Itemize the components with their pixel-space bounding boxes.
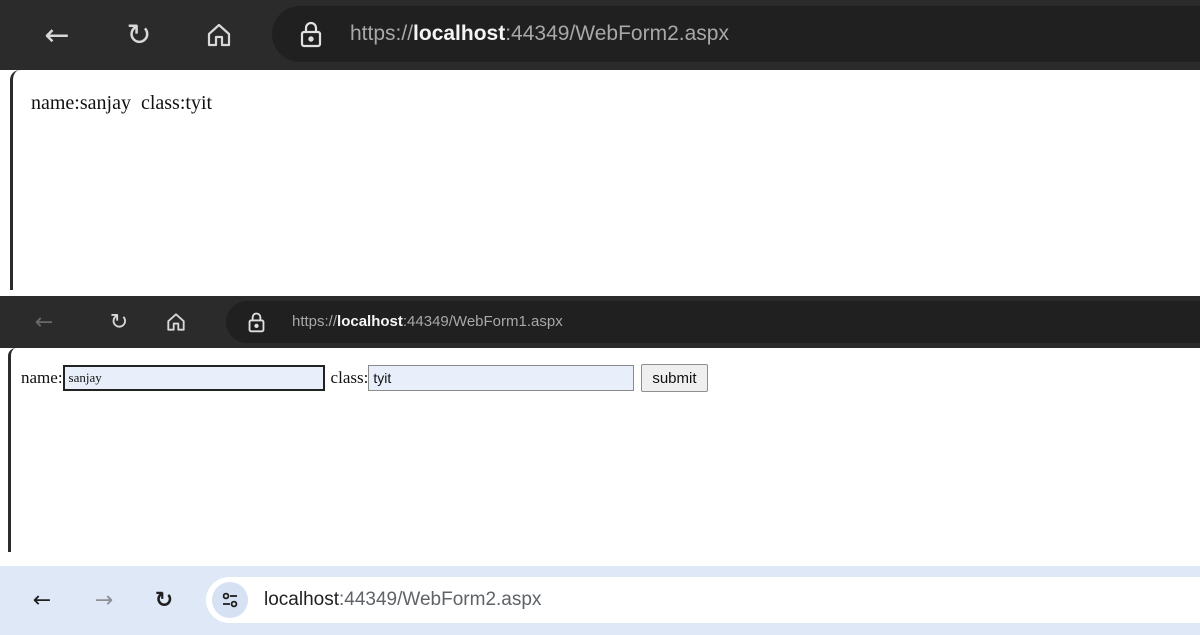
arrow-left-icon[interactable]: ←: [24, 582, 60, 618]
url-host: localhost: [337, 313, 403, 330]
lock-icon[interactable]: [248, 311, 265, 337]
arrow-left-icon[interactable]: ←: [24, 302, 64, 342]
name-input[interactable]: [62, 365, 325, 391]
name-label: name:: [21, 368, 63, 387]
url-host: localhost: [413, 22, 506, 45]
address-bar[interactable]: https://localhost:44349/WebForm1.aspx: [226, 301, 1200, 343]
url-text: https://localhost:44349/WebForm1.aspx: [292, 301, 563, 343]
url-scheme: https://: [350, 22, 414, 45]
output-text: name:sanjay class:tyit: [31, 92, 213, 114]
browser-window-webform2-dark: ← ↻ https://localhost:44349/WebForm2.asp…: [0, 0, 1200, 290]
class-input[interactable]: [368, 365, 635, 391]
url-path: :44349/WebForm2.aspx: [339, 589, 542, 610]
address-bar[interactable]: https://localhost:44349/WebForm2.aspx: [272, 6, 1200, 62]
url-scheme: https://: [292, 313, 338, 330]
submit-button[interactable]: submit: [641, 364, 708, 392]
browser-toolbar: ← ↻ https://localhost:44349/WebForm1.asp…: [0, 296, 1200, 348]
reload-icon[interactable]: ↻: [146, 582, 182, 618]
lock-icon[interactable]: [300, 20, 322, 52]
reload-icon[interactable]: ↻: [112, 8, 166, 62]
class-label: class:: [330, 368, 369, 387]
arrow-right-icon[interactable]: →: [86, 582, 122, 618]
student-form: name: class: submit: [21, 364, 708, 392]
browser-window-webform1-dark: ← ↻ https://localhost:44349/WebForm1.asp…: [0, 296, 1200, 552]
home-icon[interactable]: [192, 8, 246, 62]
address-bar[interactable]: localhost:44349/WebForm2.aspx: [206, 577, 1200, 623]
reload-icon[interactable]: ↻: [99, 302, 139, 342]
page-content: name:sanjay class:tyit: [10, 70, 1200, 290]
url-host: localhost: [264, 589, 339, 610]
browser-toolbar: ← ↻ https://localhost:44349/WebForm2.asp…: [0, 0, 1200, 70]
url-text: localhost:44349/WebForm2.aspx: [264, 577, 541, 623]
browser-window-webform2-light: ← → ↻ localhost:44349/WebForm2.aspx: [0, 566, 1200, 635]
tune-icon[interactable]: [212, 582, 248, 618]
url-path: :44349/WebForm1.aspx: [402, 313, 563, 330]
url-text: https://localhost:44349/WebForm2.aspx: [350, 6, 729, 62]
page-content: name: class: submit: [8, 348, 1200, 552]
arrow-left-icon[interactable]: ←: [30, 8, 84, 62]
url-path: :44349/WebForm2.aspx: [505, 22, 729, 45]
home-icon[interactable]: [156, 302, 196, 342]
